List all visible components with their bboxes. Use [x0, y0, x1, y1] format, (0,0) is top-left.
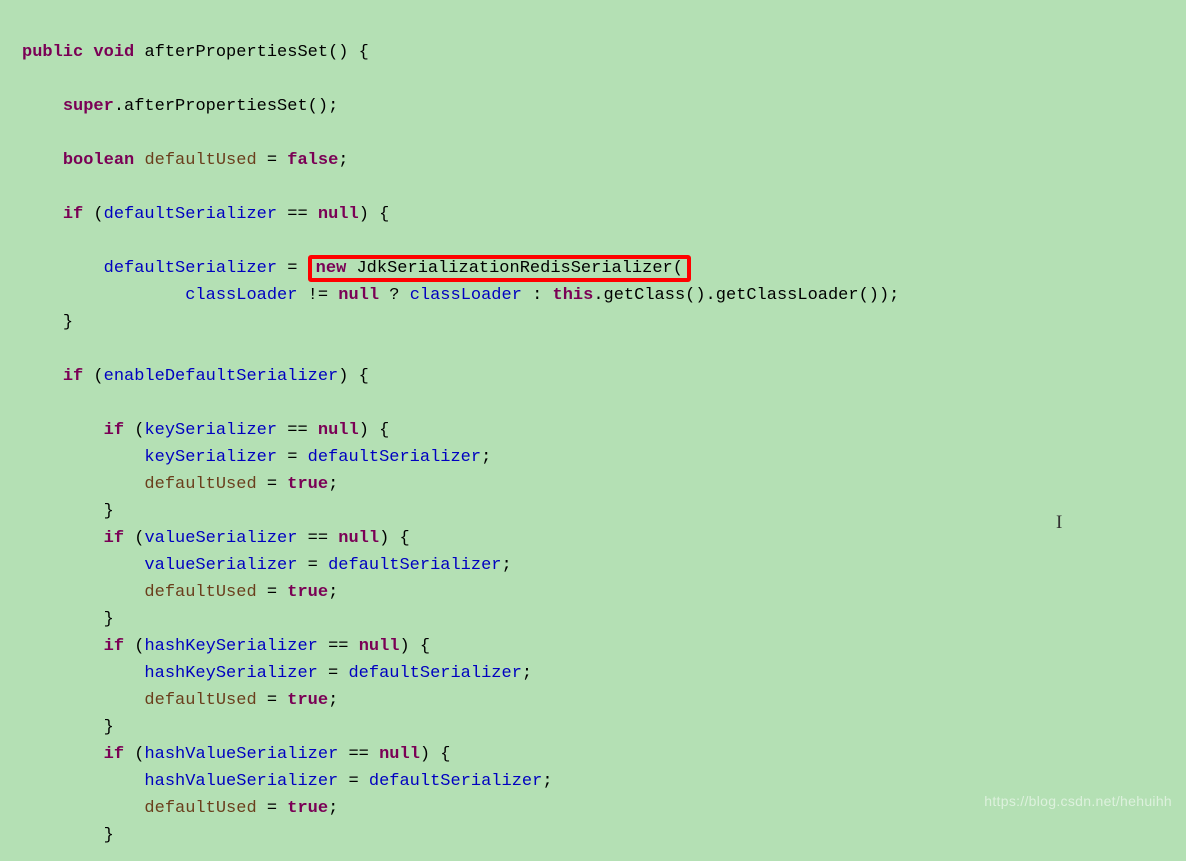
code-line: if (enableDefaultSerializer) { [22, 367, 369, 386]
code-line: } [22, 826, 114, 845]
code-line: if (hashValueSerializer == null) { [22, 745, 451, 764]
code-line: if (hashKeySerializer == null) { [22, 637, 430, 656]
code-line: defaultUsed = true; [22, 583, 338, 602]
code-line: } [22, 502, 114, 521]
code-line: if (defaultSerializer == null) { [22, 205, 389, 224]
code-line: defaultSerializer = new JdkSerialization… [22, 255, 691, 282]
code-line: defaultUsed = true; [22, 691, 338, 710]
highlight-annotation: new JdkSerializationRedisSerializer( [308, 255, 691, 282]
code-line: keySerializer = defaultSerializer; [22, 448, 491, 467]
code-line: hashKeySerializer = defaultSerializer; [22, 664, 532, 683]
code-line: } [22, 313, 73, 332]
code-line: super.afterPropertiesSet(); [22, 97, 338, 116]
code-line: defaultUsed = true; [22, 475, 338, 494]
code-line: public void afterPropertiesSet() { [22, 43, 369, 62]
watermark-text: https://blog.csdn.net/hehuihh [984, 788, 1172, 815]
code-line: if (valueSerializer == null) { [22, 529, 410, 548]
code-line: hashValueSerializer = defaultSerializer; [22, 772, 553, 791]
code-line: boolean defaultUsed = false; [22, 151, 348, 170]
text-cursor-icon: I [1056, 509, 1062, 536]
code-line: } [22, 610, 114, 629]
code-line: classLoader != null ? classLoader : this… [22, 286, 899, 305]
code-line: if (keySerializer == null) { [22, 421, 389, 440]
code-line: valueSerializer = defaultSerializer; [22, 556, 512, 575]
code-line: } [22, 718, 114, 737]
code-block: public void afterPropertiesSet() { super… [0, 0, 1186, 861]
code-line: defaultUsed = true; [22, 799, 338, 818]
